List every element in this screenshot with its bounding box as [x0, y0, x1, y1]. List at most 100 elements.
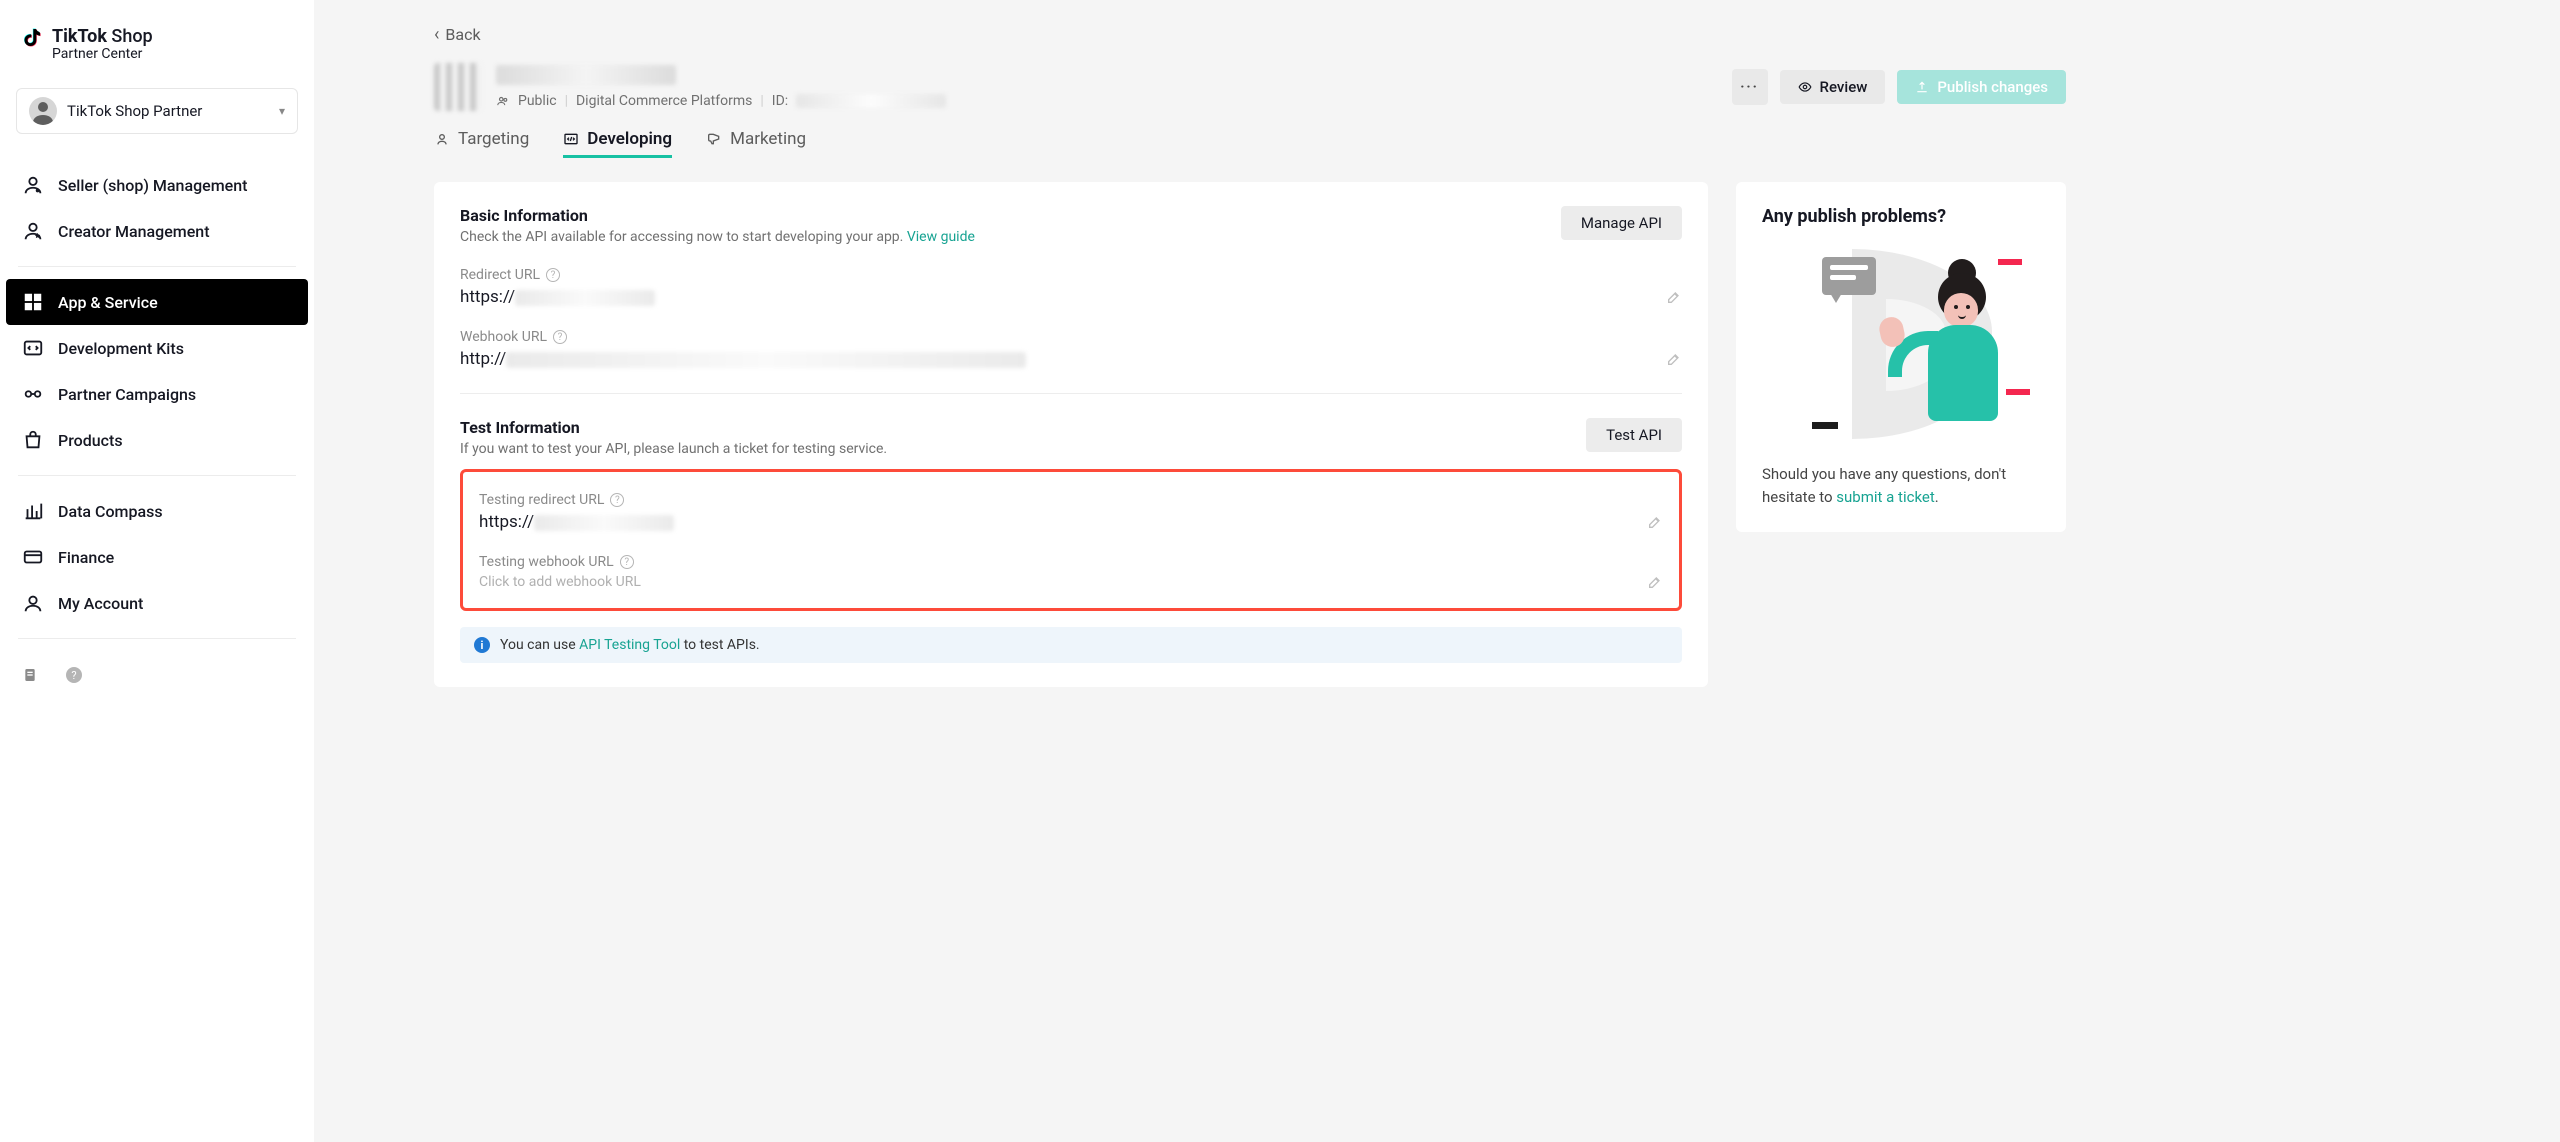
- app-id-value: [796, 94, 946, 108]
- section-subtitle: Check the API available for accessing no…: [460, 229, 975, 245]
- code-box-icon: [563, 131, 579, 147]
- submit-ticket-link[interactable]: submit a ticket: [1836, 488, 1934, 506]
- logo: TikTok Shop Partner Center: [0, 24, 314, 78]
- chart-icon: [22, 500, 44, 522]
- field-label: Testing webhook URL: [479, 554, 614, 570]
- section-title: Basic Information: [460, 206, 975, 225]
- sidebar-item-dev-kits[interactable]: Development Kits: [0, 325, 314, 371]
- chevron-down-icon: ▾: [279, 104, 285, 118]
- person-icon: [22, 174, 44, 196]
- review-label: Review: [1820, 78, 1868, 96]
- section-subtitle: If you want to test your API, please lau…: [460, 441, 887, 457]
- view-guide-link[interactable]: View guide: [907, 229, 975, 245]
- sidebar-item-my-account[interactable]: My Account: [0, 580, 314, 626]
- announce-icon: [706, 131, 722, 147]
- manage-api-button[interactable]: Manage API: [1561, 206, 1682, 240]
- sidebar-item-label: My Account: [58, 594, 143, 613]
- sidebar-item-data-compass[interactable]: Data Compass: [0, 488, 314, 534]
- highlighted-test-section: Testing redirect URL ? https:// Testing …: [460, 469, 1682, 611]
- sidebar-item-label: Data Compass: [58, 502, 163, 521]
- visibility-label: Public: [518, 93, 557, 109]
- help-icon[interactable]: ?: [553, 330, 567, 344]
- tab-label: Developing: [587, 129, 672, 149]
- tab-label: Targeting: [458, 129, 529, 149]
- sidebar-item-seller-management[interactable]: Seller (shop) Management: [0, 162, 314, 208]
- sidebar-item-label: Partner Campaigns: [58, 385, 196, 404]
- support-card: Any publish problems? Should you have an…: [1736, 182, 2066, 532]
- divider: [460, 393, 1682, 394]
- sidebar-item-campaigns[interactable]: Partner Campaigns: [0, 371, 314, 417]
- megaphone-icon: [22, 383, 44, 405]
- divider: [18, 266, 296, 267]
- sidebar-item-products[interactable]: Products: [0, 417, 314, 463]
- edit-icon[interactable]: [1647, 514, 1663, 530]
- help-icon[interactable]: ?: [610, 493, 624, 507]
- logo-subtitle: Partner Center: [52, 46, 294, 62]
- divider: [18, 638, 296, 639]
- tab-developing[interactable]: Developing: [563, 129, 672, 158]
- sidebar-nav: Seller (shop) Management Creator Managem…: [0, 162, 314, 639]
- more-menu-button[interactable]: ···: [1732, 69, 1768, 105]
- partner-selector[interactable]: TikTok Shop Partner ▾: [16, 88, 298, 134]
- eye-icon: [1798, 80, 1812, 94]
- developing-card: Basic Information Check the API availabl…: [434, 182, 1708, 687]
- tab-marketing[interactable]: Marketing: [706, 129, 806, 158]
- publish-button[interactable]: Publish changes: [1897, 70, 2066, 104]
- info-icon: i: [474, 637, 490, 653]
- app-icon: [434, 63, 482, 111]
- logo-text: TikTok Shop: [52, 26, 153, 47]
- sidebar-item-label: Creator Management: [58, 222, 210, 241]
- tiktok-logo-icon: [22, 24, 46, 48]
- main-content: ‹ Back Public | Digital Commerce Platfor…: [314, 0, 2114, 1142]
- tab-label: Marketing: [730, 129, 806, 149]
- field-label: Testing redirect URL: [479, 492, 604, 508]
- partner-name: TikTok Shop Partner: [67, 102, 269, 120]
- testing-webhook-placeholder[interactable]: Click to add webhook URL: [479, 574, 641, 590]
- review-button[interactable]: Review: [1780, 70, 1886, 104]
- api-testing-tool-link[interactable]: API Testing Tool: [579, 637, 680, 653]
- sidebar-item-label: Finance: [58, 548, 114, 567]
- banner-text: You can use API Testing Tool to test API…: [500, 637, 760, 653]
- sidebar-item-label: Seller (shop) Management: [58, 176, 247, 195]
- support-text: Should you have any questions, don't hes…: [1762, 463, 2040, 508]
- test-info-header: Test Information If you want to test you…: [460, 418, 1682, 457]
- docs-icon[interactable]: [22, 667, 38, 683]
- sidebar-item-label: Products: [58, 431, 123, 450]
- redirect-url-value: https://: [460, 287, 655, 307]
- upload-icon: [1915, 80, 1929, 94]
- grid-icon: [22, 291, 44, 313]
- webhook-url-field: Webhook URL ? http://: [460, 329, 1682, 369]
- id-label: ID:: [772, 93, 788, 109]
- help-icon[interactable]: ?: [546, 268, 560, 282]
- testing-webhook-field: Testing webhook URL ? Click to add webho…: [479, 554, 1663, 590]
- sidebar-item-label: Development Kits: [58, 339, 184, 358]
- redirect-url-field: Redirect URL ? https://: [460, 267, 1682, 307]
- test-api-button[interactable]: Test API: [1586, 418, 1682, 452]
- field-label: Webhook URL: [460, 329, 547, 345]
- tabs: Targeting Developing Marketing: [434, 129, 2066, 158]
- help-icon[interactable]: ?: [66, 667, 82, 683]
- people-icon: [496, 94, 510, 108]
- card-icon: [22, 546, 44, 568]
- edit-icon[interactable]: [1666, 351, 1682, 367]
- sidebar-item-label: App & Service: [58, 293, 158, 312]
- field-label: Redirect URL: [460, 267, 540, 283]
- user-icon: [22, 592, 44, 614]
- sidebar-item-app-service[interactable]: App & Service: [6, 279, 308, 325]
- sidebar-item-creator-management[interactable]: Creator Management: [0, 208, 314, 254]
- publish-label: Publish changes: [1937, 78, 2048, 96]
- app-title: [496, 65, 676, 85]
- edit-icon[interactable]: [1666, 289, 1682, 305]
- target-icon: [434, 131, 450, 147]
- tab-targeting[interactable]: Targeting: [434, 129, 529, 158]
- sidebar-item-finance[interactable]: Finance: [0, 534, 314, 580]
- avatar: [29, 97, 57, 125]
- sidebar-footer: ?: [0, 667, 314, 683]
- bag-icon: [22, 429, 44, 451]
- help-icon[interactable]: ?: [620, 555, 634, 569]
- basic-info-header: Basic Information Check the API availabl…: [460, 206, 1682, 245]
- edit-icon[interactable]: [1647, 574, 1663, 590]
- app-meta: Public | Digital Commerce Platforms | ID…: [496, 93, 946, 109]
- back-button[interactable]: ‹ Back: [434, 24, 481, 45]
- code-icon: [22, 337, 44, 359]
